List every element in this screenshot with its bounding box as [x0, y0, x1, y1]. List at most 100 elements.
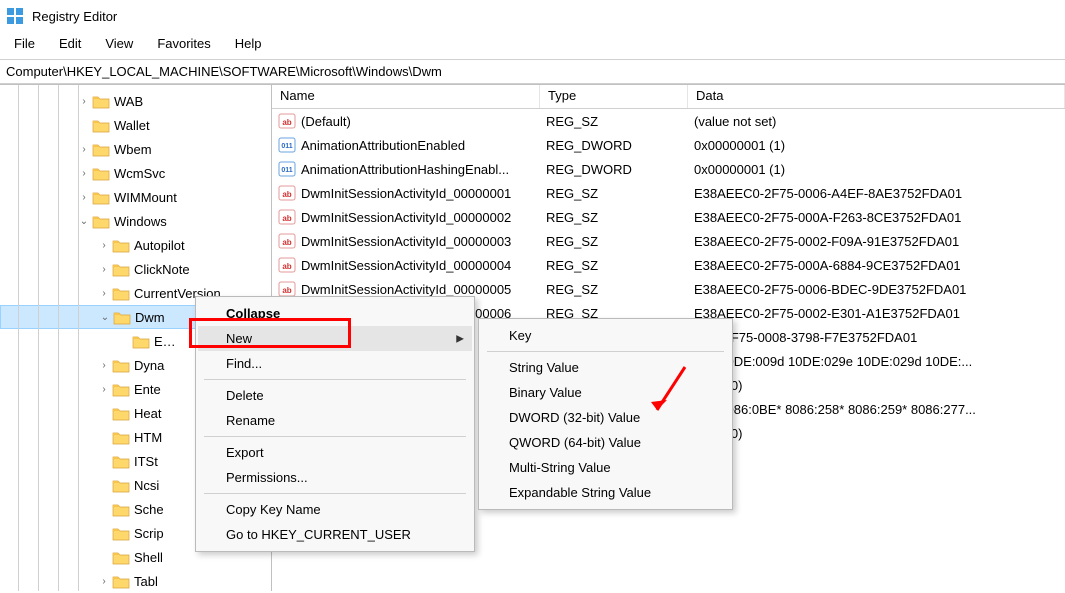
cm-new[interactable]: New ▶ — [198, 326, 472, 351]
cm-copy-key-name[interactable]: Copy Key Name — [198, 497, 472, 522]
value-type: REG_SZ — [540, 234, 688, 249]
tree-item[interactable]: ›Autopilot — [0, 233, 271, 257]
col-header-name[interactable]: Name — [272, 85, 540, 108]
chevron-right-icon[interactable]: › — [96, 288, 112, 299]
tree-item-label: E… — [154, 334, 176, 349]
app-icon — [6, 7, 24, 25]
value-name: DwmInitSessionActivityId_00000005 — [301, 282, 511, 297]
cm-new-binary[interactable]: Binary Value — [481, 380, 730, 405]
chevron-right-icon[interactable]: › — [76, 96, 92, 107]
menu-favorites[interactable]: Favorites — [147, 34, 220, 53]
chevron-right-icon[interactable]: › — [96, 576, 112, 587]
values-header: Name Type Data — [272, 85, 1065, 109]
value-data: E38AEEC0-2F75-000A-F263-8CE3752FDA01 — [688, 210, 1065, 225]
chevron-right-icon[interactable]: › — [96, 360, 112, 371]
menu-view[interactable]: View — [95, 34, 143, 53]
value-data: 0000 (0) — [688, 426, 1065, 441]
value-type: REG_SZ — [540, 114, 688, 129]
chevron-down-icon[interactable]: ⌄ — [76, 216, 92, 227]
chevron-down-icon[interactable]: ⌄ — [97, 312, 113, 323]
tree-item[interactable]: › WcmSvc — [0, 161, 271, 185]
folder-icon — [92, 190, 110, 205]
tree-item[interactable]: › ClickNote — [0, 257, 271, 281]
chevron-right-icon[interactable]: › — [96, 240, 112, 251]
tree-item[interactable]: ›Wbem — [0, 137, 271, 161]
address-bar[interactable]: Computer\HKEY_LOCAL_MACHINE\SOFTWARE\Mic… — [0, 59, 1065, 84]
reg-sz-icon: ab — [278, 112, 296, 130]
value-name: DwmInitSessionActivityId_00000004 — [301, 258, 511, 273]
value-name: DwmInitSessionActivityId_00000001 — [301, 186, 511, 201]
context-menu-new[interactable]: Key String Value Binary Value DWORD (32-… — [478, 318, 733, 510]
value-data: EC0-2F75-0008-3798-F7E3752FDA01 — [688, 330, 1065, 345]
value-row[interactable]: abDwmInitSessionActivityId_00000003REG_S… — [272, 229, 1065, 253]
value-name: AnimationAttributionHashingEnabl... — [301, 162, 509, 177]
value-row[interactable]: ab DwmInitSessionActivityId_00000001 REG_S… — [272, 181, 1065, 205]
app-title: Registry Editor — [32, 9, 117, 24]
cm-new-qword[interactable]: QWORD (64-bit) Value — [481, 430, 730, 455]
reg-sz-icon: ab — [278, 208, 296, 226]
menu-help[interactable]: Help — [225, 34, 272, 53]
value-data: E38AEEC0-2F75-0006-A4EF-8AE3752FDA01 — [688, 186, 1065, 201]
menu-edit[interactable]: Edit — [49, 34, 91, 53]
col-header-type[interactable]: Type — [540, 85, 688, 108]
tree-item-label: Ente — [134, 382, 161, 397]
cm-new-string[interactable]: String Value — [481, 355, 730, 380]
cm-new-dword[interactable]: DWORD (32-bit) Value — [481, 405, 730, 430]
folder-icon — [112, 262, 130, 277]
svg-text:ab: ab — [282, 214, 291, 223]
value-type: REG_DWORD — [540, 138, 688, 153]
chevron-right-icon[interactable]: › — [96, 384, 112, 395]
tree-item-label: ClickNote — [134, 262, 190, 277]
address-path: Computer\HKEY_LOCAL_MACHINE\SOFTWARE\Mic… — [6, 64, 442, 79]
cm-separator — [487, 351, 724, 352]
tree-item[interactable]: ›Tabl — [0, 569, 271, 591]
value-data: E38AEEC0-2F75-0002-F09A-91E3752FDA01 — [688, 234, 1065, 249]
tree-item[interactable]: Wallet — [0, 113, 271, 137]
value-row[interactable]: abDwmInitSessionActivityId_00000004REG_S… — [272, 253, 1065, 277]
chevron-right-icon[interactable]: › — [76, 168, 92, 179]
cm-export[interactable]: Export — [198, 440, 472, 465]
folder-icon — [112, 358, 130, 373]
menu-file[interactable]: File — [4, 34, 45, 53]
chevron-right-icon[interactable]: › — [76, 144, 92, 155]
svg-text:ab: ab — [282, 238, 291, 247]
folder-icon — [112, 382, 130, 397]
tree-item-label: WAB — [114, 94, 143, 109]
tree-item[interactable]: ⌄Windows — [0, 209, 271, 233]
cm-new-key[interactable]: Key — [481, 323, 730, 348]
cm-permissions[interactable]: Permissions... — [198, 465, 472, 490]
col-header-data[interactable]: Data — [688, 85, 1065, 108]
value-type: REG_SZ — [540, 186, 688, 201]
tree-item-label: WcmSvc — [114, 166, 165, 181]
cm-separator — [204, 493, 466, 494]
cm-collapse[interactable]: Collapse — [198, 301, 472, 326]
value-row[interactable]: ab(Default)REG_SZ(value not set) — [272, 109, 1065, 133]
value-data: (value not set) — [688, 114, 1065, 129]
chevron-right-icon[interactable]: › — [96, 264, 112, 275]
context-menu-tree[interactable]: Collapse New ▶ Find... Delete Rename Exp… — [195, 296, 475, 552]
value-row[interactable]: 011AnimationAttributionEnabledREG_DWORD0… — [272, 133, 1065, 157]
cm-delete[interactable]: Delete — [198, 383, 472, 408]
cm-rename[interactable]: Rename — [198, 408, 472, 433]
folder-icon — [112, 406, 130, 421]
cm-goto-hkcu[interactable]: Go to HKEY_CURRENT_USER — [198, 522, 472, 547]
cm-new-multistring[interactable]: Multi-String Value — [481, 455, 730, 480]
value-row[interactable]: abDwmInitSessionActivityId_00000002REG_S… — [272, 205, 1065, 229]
folder-icon — [112, 478, 130, 493]
value-data: 0000 (0) — [688, 378, 1065, 393]
chevron-right-icon[interactable]: › — [76, 192, 92, 203]
cm-find[interactable]: Find... — [198, 351, 472, 376]
value-row[interactable]: 011AnimationAttributionHashingEnabl...RE… — [272, 157, 1065, 181]
cm-new-expandable[interactable]: Expandable String Value — [481, 480, 730, 505]
reg-sz-icon: ab — [278, 184, 296, 202]
tree-item[interactable]: › WIMMount — [0, 185, 271, 209]
value-data: 8C* 8086:0BE* 8086:258* 8086:259* 8086:2… — [688, 402, 1065, 417]
menubar: File Edit View Favorites Help — [0, 32, 1065, 59]
folder-icon — [112, 550, 130, 565]
svg-text:ab: ab — [282, 118, 291, 127]
svg-text:ab: ab — [282, 190, 291, 199]
value-name: AnimationAttributionEnabled — [301, 138, 465, 153]
tree-item-label: WIMMount — [114, 190, 177, 205]
tree-item[interactable]: › WAB — [0, 89, 271, 113]
tree-item-label: Wallet — [114, 118, 150, 133]
